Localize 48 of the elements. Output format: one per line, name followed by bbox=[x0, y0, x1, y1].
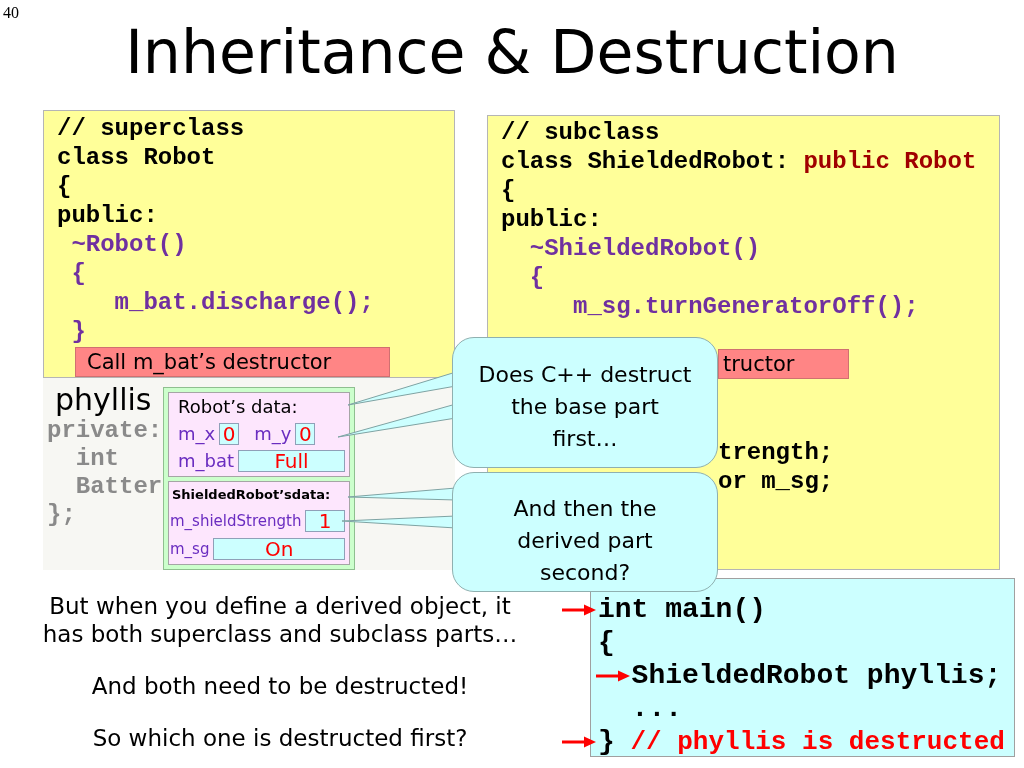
code-line: { bbox=[57, 173, 72, 200]
note-label: tructor bbox=[718, 349, 849, 379]
faded-code-line: Batter bbox=[75, 473, 163, 500]
code-line: or m_sg; bbox=[718, 468, 834, 495]
code-line: } bbox=[71, 318, 86, 345]
body-text: But when you define a derived object, it has both superclass and subclass parts… bbox=[42, 592, 518, 648]
slide-number: 40 bbox=[3, 4, 19, 22]
note-label: Call m_bat’s destructor bbox=[75, 347, 390, 377]
code-line: { bbox=[71, 260, 86, 287]
code-line: { bbox=[501, 177, 516, 204]
object-name: phyllis bbox=[55, 383, 152, 417]
code-line: trength; bbox=[718, 439, 834, 466]
code-line: int main() bbox=[598, 593, 767, 626]
field-name: m_y bbox=[253, 423, 292, 446]
faded-code-line: int bbox=[75, 445, 119, 472]
code-line: // subclass bbox=[501, 119, 660, 146]
field-value: 0 bbox=[219, 423, 240, 446]
code-line: { bbox=[529, 264, 545, 291]
code-line: class ShieldedRobot: public Robot bbox=[501, 148, 977, 175]
field-name: m_shieldStrength bbox=[170, 510, 302, 531]
field-value: On bbox=[213, 537, 345, 560]
code-line: ... bbox=[631, 692, 682, 725]
field-name: m_sg bbox=[170, 538, 210, 559]
code-line: ~Robot() bbox=[71, 231, 187, 258]
field-value: 0 bbox=[295, 423, 316, 446]
code-line: { bbox=[598, 626, 615, 659]
field-value: 1 bbox=[305, 509, 345, 532]
slide-title: Inheritance & Destruction bbox=[125, 16, 899, 88]
code-line: ShieldedRobot phyllis; bbox=[631, 659, 1002, 692]
code-line: public: bbox=[57, 202, 158, 229]
body-text: And both need to be destructed! bbox=[91, 672, 469, 700]
section-title: ShieldedRobot’sdata: bbox=[171, 485, 331, 504]
section-title: Robot’s data: bbox=[177, 396, 298, 419]
code-line: // superclass bbox=[57, 115, 245, 142]
field-name: m_x bbox=[177, 423, 216, 446]
code-line: } // phyllis is destructed bbox=[598, 724, 1005, 759]
code-line: public: bbox=[501, 206, 602, 233]
code-line: ~ShieldedRobot() bbox=[529, 235, 761, 262]
code-line: m_bat.discharge(); bbox=[114, 289, 374, 316]
field-value: Full bbox=[238, 450, 345, 473]
faded-code-line: }; bbox=[47, 501, 76, 528]
speech-bubble: And then the derived part second? bbox=[452, 472, 718, 592]
field-name: m_bat bbox=[177, 450, 235, 473]
body-text: So which one is destructed first? bbox=[92, 724, 468, 752]
faded-code-line: private: bbox=[47, 417, 163, 444]
speech-bubble: Does C++ destruct the base part first… bbox=[452, 337, 718, 468]
code-line: m_sg.turnGeneratorOff(); bbox=[573, 293, 919, 320]
code-line: class Robot bbox=[57, 144, 216, 171]
